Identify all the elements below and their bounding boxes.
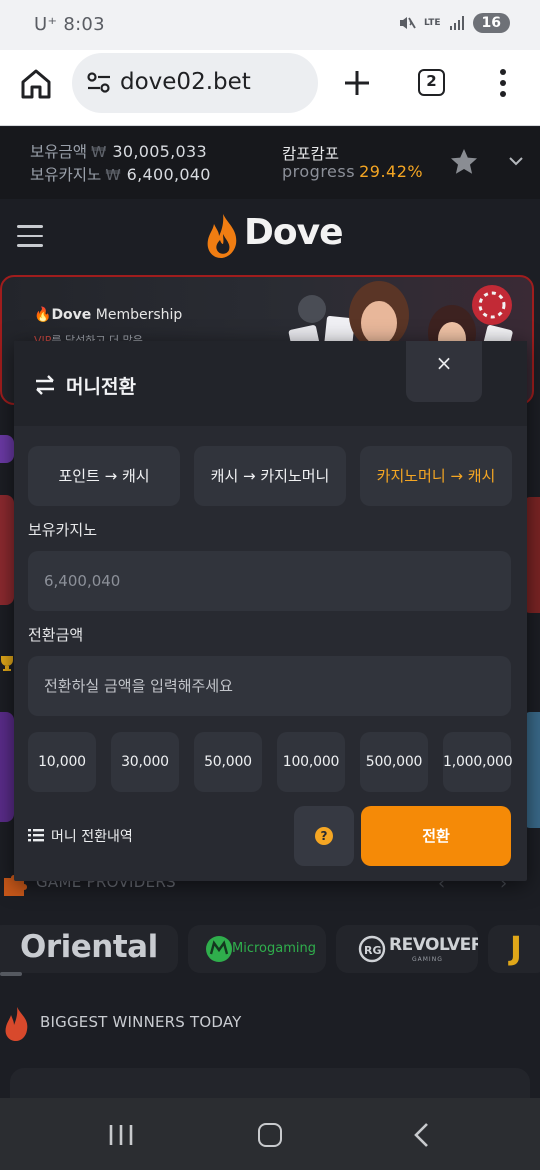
tab-switcher-button[interactable]: 2 (418, 69, 445, 96)
balance-label: 보유금액 (30, 143, 88, 161)
star-icon[interactable] (448, 146, 480, 178)
amount-button-1000000[interactable]: 1,000,000 (443, 732, 513, 792)
status-icons: LTE 16 (398, 13, 510, 33)
mute-icon (399, 17, 416, 29)
tab-casino-to-cash[interactable]: 카지노머니 → 캐시 (360, 446, 512, 506)
balance-row: 보유금액 ₩30,005,033 (30, 140, 207, 162)
swap-arrows-icon (36, 375, 54, 395)
address-bar[interactable]: dove02.bet (72, 53, 318, 113)
amount-field-label: 전환금액 (28, 626, 84, 644)
provider-name: REVOLVER (389, 935, 478, 955)
browser-toolbar: dove02.bet 2 (0, 50, 540, 126)
provider-name: J (510, 929, 522, 967)
provider-j[interactable]: J (488, 925, 540, 973)
casino-balance-label: 보유카지노 (30, 166, 102, 184)
casino-field-label: 보유카지노 (28, 521, 98, 539)
currency-symbol: ₩ (105, 166, 121, 184)
provider-revolver[interactable]: RG REVOLVER GAMING (336, 925, 478, 973)
modal-title: 머니전환 (66, 376, 136, 398)
provider-microgaming[interactable]: Microgaming (188, 925, 326, 973)
signal-icon (449, 16, 464, 30)
winners-title: BIGGEST WINNERS TODAY (40, 1013, 242, 1031)
url-text[interactable]: dove02.bet (120, 69, 251, 95)
hamburger-menu-icon[interactable] (17, 225, 43, 247)
system-home-icon[interactable] (258, 1123, 282, 1147)
battery-badge: 16 (472, 13, 510, 33)
amount-input[interactable] (28, 656, 511, 716)
money-conversion-modal: 머니전환 × 포인트 → 캐시 캐시 → 카지노머니 카지노머니 → 캐시 보유… (14, 341, 527, 881)
lte-indicator: LTE (423, 17, 441, 28)
amount-button-100000[interactable]: 100,000 (277, 732, 345, 792)
balance-amount: 30,005,033 (112, 142, 207, 161)
left-thumb (0, 435, 14, 463)
convert-submit-button[interactable]: 전환 (361, 806, 511, 866)
casino-balance-row: 보유카지노 ₩6,400,040 (30, 163, 211, 185)
amount-button-30000[interactable]: 30,000 (111, 732, 179, 792)
flame-icon: 🔥 (34, 307, 52, 323)
modal-header: 머니전환 × (14, 341, 527, 426)
close-icon: × (435, 351, 453, 375)
clock: 8:03 (63, 14, 105, 35)
flame-logo-icon (207, 214, 237, 258)
amount-button-500000[interactable]: 500,000 (360, 732, 428, 792)
providers-row: Oriental Microgaming RG REVOLVER GAMING … (0, 925, 540, 977)
home-icon[interactable] (18, 66, 54, 102)
new-tab-icon[interactable] (340, 66, 374, 100)
currency-symbol: ₩ (91, 143, 107, 161)
provider-oriental[interactable]: Oriental (0, 925, 178, 973)
casino-balance-field (28, 551, 511, 611)
site-logo[interactable]: Dove (204, 212, 344, 260)
providers-scroll-indicator (0, 972, 22, 976)
site-settings-icon[interactable] (86, 71, 112, 95)
level-name: 캄포캄포 (282, 145, 340, 163)
question-icon: ? (315, 827, 333, 845)
trophy-icon (1, 656, 13, 671)
close-button[interactable]: × (406, 341, 482, 402)
conversion-history-link[interactable]: 머니 전환내역 (51, 826, 133, 846)
amount-button-10000[interactable]: 10,000 (28, 732, 96, 792)
provider-sub: GAMING (412, 956, 443, 963)
fire-icon (5, 1007, 28, 1041)
carrier-label: U⁺ (34, 14, 58, 35)
amount-button-50000[interactable]: 50,000 (194, 732, 262, 792)
level-progress: progress 29.42% (282, 162, 423, 181)
tab-cash-to-casino[interactable]: 캐시 → 카지노머니 (194, 446, 346, 506)
status-bar: U⁺ 8:03 LTE 16 (0, 0, 540, 50)
back-icon[interactable] (412, 1122, 430, 1148)
logo-wordmark: Dove (244, 212, 343, 253)
banner-brand-name: Dove (51, 307, 92, 323)
status-carrier-time: U⁺ 8:03 (34, 14, 105, 35)
casino-balance-amount: 6,400,040 (126, 165, 211, 184)
recent-apps-icon[interactable] (108, 1124, 134, 1146)
chevron-down-icon[interactable] (508, 156, 524, 166)
svg-text:RG: RG (364, 944, 382, 957)
microgaming-logo-icon (206, 936, 232, 962)
provider-name: Microgaming (232, 941, 316, 956)
list-icon[interactable] (28, 828, 44, 842)
banner-brand: 🔥Dove Membership (34, 307, 182, 323)
more-options-icon[interactable] (496, 66, 510, 100)
progress-label: progress (282, 162, 356, 181)
help-button[interactable]: ? (294, 806, 354, 866)
progress-value: 29.42% (359, 162, 424, 181)
revolver-logo-icon: RG (358, 935, 386, 963)
left-thumb (0, 495, 14, 605)
tab-point-to-cash[interactable]: 포인트 → 캐시 (28, 446, 180, 506)
banner-brand-suffix: Membership (95, 307, 183, 323)
left-thumb (0, 712, 14, 822)
